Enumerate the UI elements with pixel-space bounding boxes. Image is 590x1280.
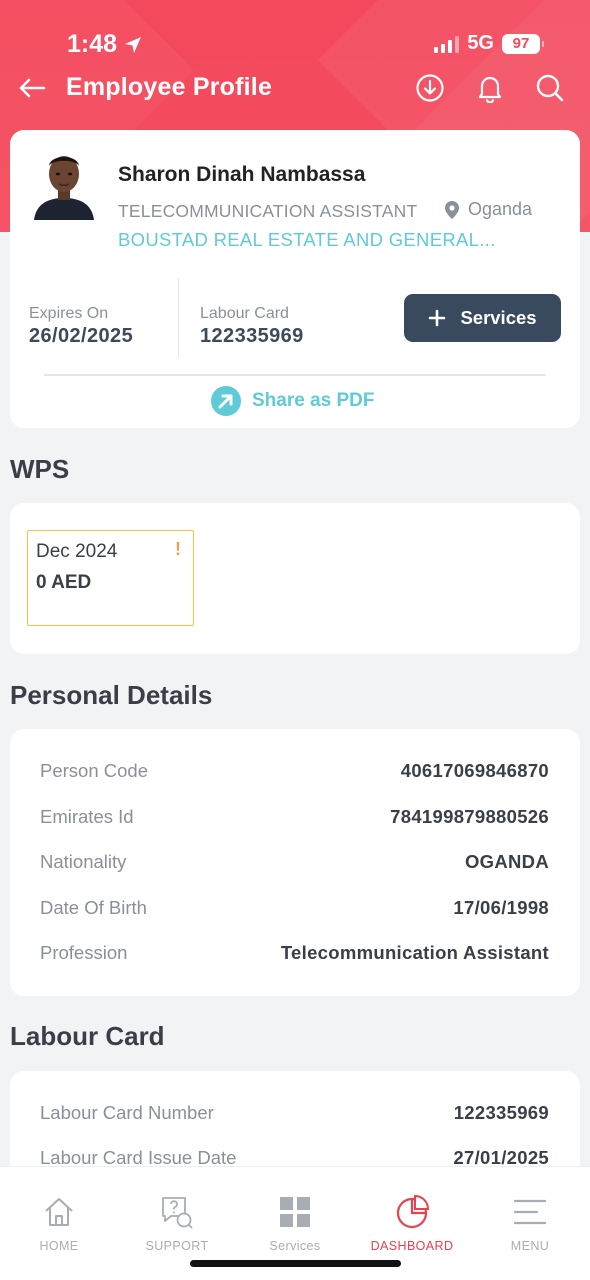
cellular-signal-icon — [434, 35, 460, 53]
download-icon — [416, 74, 444, 102]
search-icon — [536, 74, 564, 102]
download-button[interactable] — [412, 70, 448, 106]
network-type: 5G — [467, 32, 494, 54]
labour-card-label: Labour Card — [200, 305, 289, 322]
wps-month-item[interactable]: Dec 2024 0 AED ! — [27, 530, 194, 626]
home-indicator[interactable] — [190, 1260, 401, 1267]
personal-details-title: Personal Details — [10, 680, 213, 710]
location-pin-icon — [445, 200, 459, 219]
detail-row: Labour Card Number 122335969 — [40, 1098, 549, 1128]
back-button[interactable] — [16, 72, 48, 104]
tab-label: HOME — [39, 1239, 79, 1253]
detail-value: Telecommunication Assistant — [280, 942, 549, 963]
detail-row: Person Code 40617069846870 — [40, 756, 549, 786]
detail-label: Labour Card Number — [40, 1102, 214, 1123]
share-as-pdf-button[interactable]: Share as PDF — [210, 385, 375, 417]
tab-support[interactable]: SUPPORT — [122, 1193, 232, 1253]
expires-value: 26/02/2025 — [29, 325, 134, 347]
warning-icon: ! — [175, 539, 181, 559]
back-arrow-icon — [19, 78, 46, 98]
tab-home[interactable]: HOME — [4, 1193, 114, 1253]
detail-label: Emirates Id — [40, 806, 134, 827]
share-as-pdf-label: Share as PDF — [252, 390, 375, 411]
bell-icon — [478, 76, 502, 103]
expires-label: Expires On — [29, 305, 109, 322]
detail-value: OGANDA — [464, 851, 549, 872]
tab-menu[interactable]: MENU — [475, 1193, 585, 1253]
detail-label: Person Code — [40, 760, 148, 781]
home-icon — [45, 1198, 73, 1226]
detail-label: Date Of Birth — [40, 897, 147, 918]
support-icon — [162, 1197, 193, 1229]
tab-dashboard[interactable]: DASHBOARD — [357, 1193, 467, 1253]
services-button[interactable]: Services — [404, 294, 561, 342]
detail-value: 40617069846870 — [400, 760, 549, 781]
status-time: 1:48 — [67, 30, 143, 59]
wps-amount: 0 AED — [36, 572, 92, 593]
profile-card: Sharon Dinah Nambassa TELECOMMUNICATION … — [10, 130, 580, 428]
wps-section-title: WPS — [10, 454, 70, 484]
share-arrow-icon — [211, 386, 241, 416]
employee-role: TELECOMMUNICATION ASSISTANT — [118, 201, 418, 221]
tab-label: MENU — [510, 1239, 550, 1253]
menu-icon — [514, 1199, 546, 1225]
detail-value: 17/06/1998 — [453, 897, 549, 918]
detail-label: Nationality — [40, 851, 127, 872]
wps-month: Dec 2024 — [36, 541, 118, 562]
services-button-label: Services — [460, 307, 537, 328]
battery-icon: 97 — [502, 33, 544, 54]
location-arrow-icon — [125, 36, 142, 53]
plus-icon — [429, 309, 446, 327]
labour-card-value: 122335969 — [200, 325, 304, 347]
page-title: Employee Profile — [66, 73, 273, 101]
wps-card: Dec 2024 0 AED ! — [10, 503, 580, 654]
tab-services[interactable]: Services — [240, 1193, 350, 1253]
detail-row: Nationality OGANDA — [40, 847, 549, 877]
pie-chart-icon — [396, 1195, 429, 1229]
detail-value: 122335969 — [453, 1102, 549, 1123]
detail-value: 784199879880526 — [390, 806, 549, 827]
employee-name: Sharon Dinah Nambassa — [118, 163, 366, 186]
detail-row: Date Of Birth 17/06/1998 — [40, 893, 549, 923]
notifications-button[interactable] — [472, 70, 508, 106]
divider — [178, 278, 179, 358]
battery-level: 97 — [512, 35, 530, 52]
tab-label: Services — [269, 1239, 321, 1253]
tab-label: SUPPORT — [145, 1239, 209, 1253]
labour-card-section-title: Labour Card — [10, 1021, 165, 1051]
divider — [44, 374, 546, 376]
detail-row: Emirates Id 784199879880526 — [40, 802, 549, 832]
app-bar: Employee Profile — [0, 62, 590, 114]
detail-label: Profession — [40, 942, 128, 963]
personal-details-card: Person Code 40617069846870 Emirates Id 7… — [10, 729, 580, 996]
grid-icon — [280, 1197, 310, 1227]
status-time-text: 1:48 — [67, 30, 118, 58]
search-button[interactable] — [532, 70, 568, 106]
detail-row: Profession Telecommunication Assistant — [40, 938, 549, 968]
avatar — [32, 148, 96, 220]
employee-company[interactable]: BOUSTAD REAL ESTATE AND GENERAL... — [118, 229, 496, 251]
employee-location: Oganda — [444, 199, 532, 220]
location-text: Oganda — [468, 199, 533, 219]
tab-label: DASHBOARD — [370, 1239, 454, 1253]
